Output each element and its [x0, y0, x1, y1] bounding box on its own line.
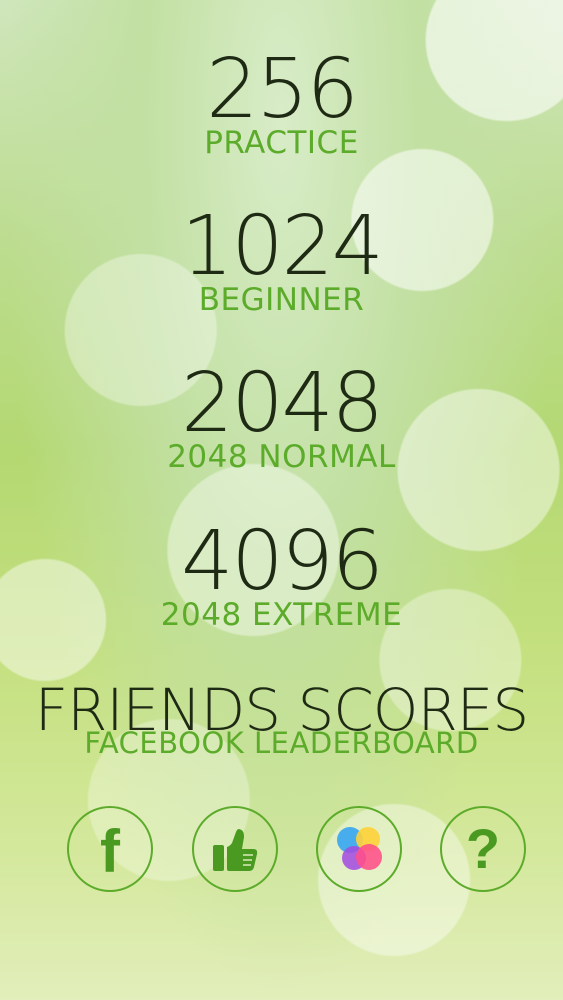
- practice-mode-label: PRACTICE: [204, 125, 359, 161]
- extreme-best-score: 4096: [181, 514, 384, 609]
- friends-scores-item[interactable]: FRIENDS SCORES FACEBOOK LEADERBOARD: [0, 678, 563, 758]
- facebook-leaderboard-label: FACEBOOK LEADERBOARD: [84, 726, 479, 760]
- game-center-button[interactable]: [316, 806, 402, 892]
- practice-mode-item[interactable]: 256 PRACTICE: [0, 42, 563, 161]
- beginner-mode-label: BEGINNER: [198, 282, 365, 318]
- game-center-icon: [337, 827, 382, 870]
- like-button[interactable]: [192, 806, 278, 892]
- normal-mode-label: 2048 NORMAL: [167, 439, 396, 475]
- extreme-mode-label: 2048 EXTREME: [160, 597, 403, 633]
- extreme-mode-item[interactable]: 4096 2048 EXTREME: [0, 514, 563, 633]
- icon-button-row: f ?: [0, 806, 563, 896]
- beginner-best-score: 1024: [181, 199, 384, 294]
- thumbs-up-icon: [213, 829, 258, 871]
- beginner-mode-item[interactable]: 1024 BEGINNER: [0, 199, 563, 318]
- practice-best-score: 256: [206, 42, 359, 137]
- facebook-icon: f: [100, 818, 120, 885]
- normal-mode-item[interactable]: 2048 2048 NORMAL: [0, 356, 563, 475]
- help-icon: ?: [465, 817, 501, 880]
- help-button[interactable]: ?: [440, 806, 526, 892]
- facebook-button[interactable]: f: [67, 806, 153, 892]
- normal-best-score: 2048: [181, 356, 384, 451]
